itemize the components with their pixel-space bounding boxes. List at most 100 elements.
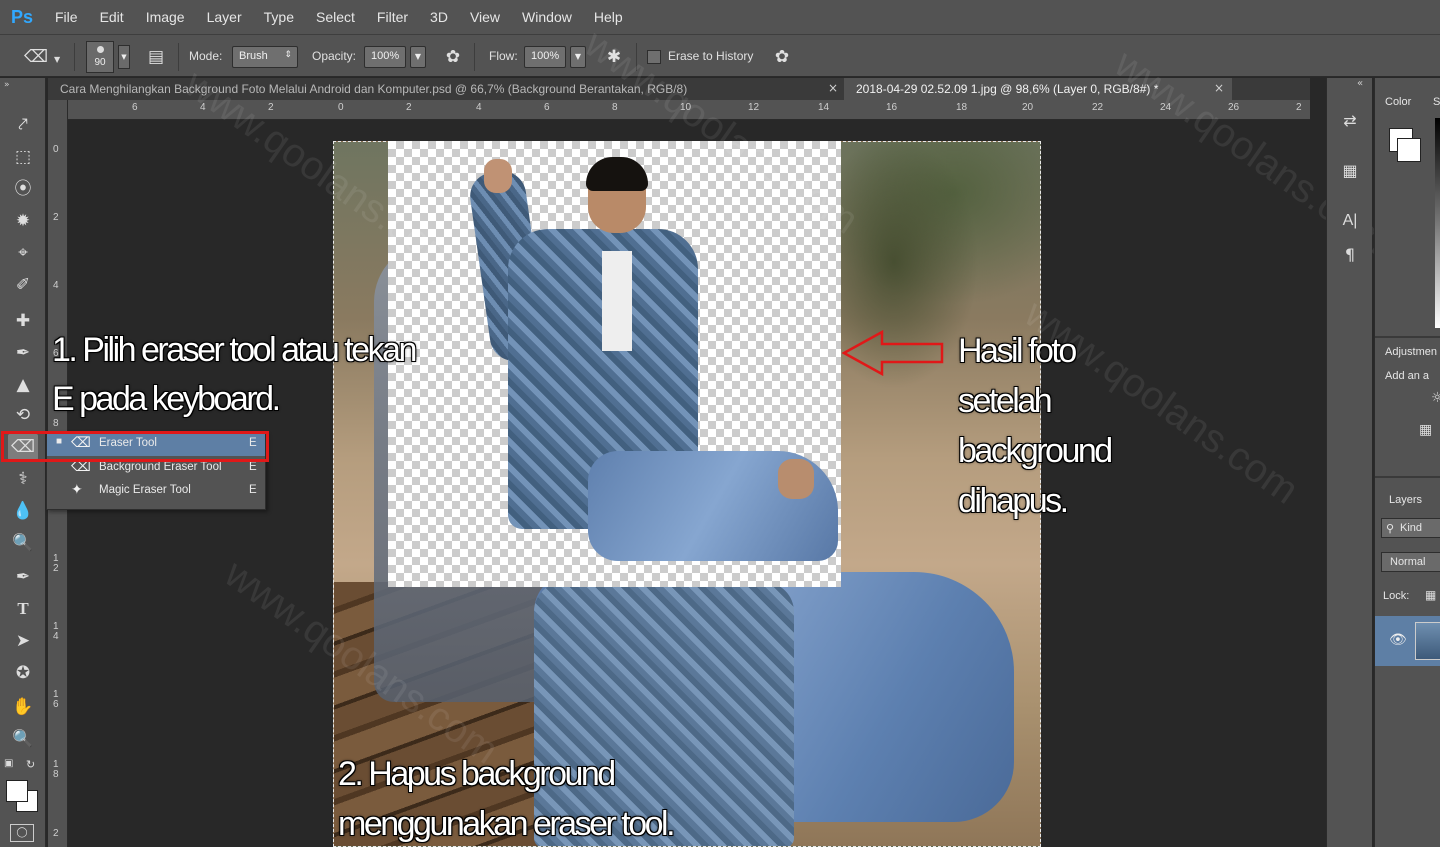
subject-knee-hand — [778, 459, 814, 499]
character-panel-icon[interactable]: A| — [1337, 208, 1363, 234]
ruler-tick: 6 — [132, 102, 138, 113]
ruler-tick: 1 6 — [53, 689, 59, 710]
menu-type[interactable]: Type — [253, 0, 305, 34]
subject-hand — [484, 159, 512, 193]
foreground-color-swatch[interactable] — [6, 780, 28, 802]
menu-select[interactable]: Select — [305, 0, 366, 34]
color-panel-tab[interactable]: Color — [1385, 96, 1411, 108]
pressure-size-icon[interactable]: ✿ — [770, 45, 794, 69]
pen-tool-icon[interactable]: ✒ — [8, 564, 38, 590]
ruler-tick: 2 — [1296, 102, 1302, 113]
panel-divider — [1375, 336, 1440, 338]
layer-thumbnail — [1415, 622, 1440, 660]
mode-label: Mode: — [189, 49, 223, 63]
quick-mask-icon[interactable]: ◯ — [10, 824, 34, 842]
adjustments-panel-tab[interactable]: Adjustmen — [1385, 346, 1437, 358]
menu-layer[interactable]: Layer — [196, 0, 253, 34]
mode-select[interactable]: Brush ⇕ — [232, 46, 298, 68]
brush-dot-icon — [97, 46, 104, 53]
collapse-arrows-icon[interactable]: « — [1357, 78, 1363, 89]
brush-panel-icon[interactable]: ▤ — [144, 45, 168, 69]
layer-row-selected[interactable]: 👁 — [1375, 616, 1440, 666]
menu-filter[interactable]: Filter — [366, 0, 419, 34]
panel-divider — [1375, 476, 1440, 478]
ruler-tick: 4 — [53, 280, 59, 291]
hand-tool-icon[interactable]: ✋ — [8, 694, 38, 720]
step1-line1: 1. Pilih eraser tool atau tekan — [52, 331, 417, 369]
eyedropper-tool-icon[interactable]: ✐ — [8, 272, 38, 298]
result-line3: background — [958, 432, 1113, 470]
menu-image[interactable]: Image — [135, 0, 196, 34]
color-panel-bg-swatch[interactable] — [1397, 138, 1421, 162]
ruler-tick: 2 — [53, 828, 59, 839]
type-tool-icon[interactable]: T — [8, 596, 38, 622]
lock-transparency-icon[interactable]: ▦ — [1425, 588, 1436, 602]
ruler-tick: 18 — [956, 102, 968, 113]
layer-visibility-eye-icon[interactable]: 👁 — [1389, 632, 1407, 648]
brush-picker-arrow-icon[interactable]: ▼ — [118, 45, 130, 69]
shape-tool-icon[interactable]: ✪ — [8, 660, 38, 686]
brush-size-picker[interactable]: 90 — [86, 41, 114, 73]
paint-bucket-tool-icon[interactable]: ⚕ — [8, 466, 38, 492]
subject-hair — [586, 157, 648, 191]
crop-tool-icon[interactable]: ⌖ — [8, 240, 38, 266]
options-divider — [178, 43, 179, 71]
ruler-tick: 6 — [544, 102, 550, 113]
step2-line2: menggunakan eraser tool. — [338, 805, 676, 843]
blend-mode-value: Normal — [1390, 556, 1426, 568]
color-spectrum-bar[interactable] — [1435, 118, 1440, 328]
flyout-item-magic-eraser-tool[interactable]: ✦ Magic Eraser Tool E — [47, 480, 265, 503]
paragraph-panel-icon[interactable]: ¶ — [1337, 242, 1363, 268]
zoom-tool-icon[interactable]: 🔍 — [8, 726, 38, 752]
brush-tool-icon[interactable]: ✒ — [8, 340, 38, 366]
default-colors-icon[interactable]: ▣ — [4, 758, 13, 769]
preset-dropdown-arrow-icon[interactable]: ▼ — [54, 55, 60, 64]
ruler-tick: 16 — [886, 102, 898, 113]
layer-kind-filter[interactable]: ⚲ Kind — [1381, 518, 1440, 538]
levels-adjust-icon[interactable]: ▦ — [1419, 422, 1432, 438]
opacity-input[interactable]: 100% — [364, 46, 406, 68]
properties-panel-icon[interactable]: ▦ — [1337, 158, 1363, 184]
photoshop-logo: Ps — [10, 6, 34, 27]
tab-title: Cara Menghilangkan Background Foto Melal… — [60, 82, 688, 96]
opacity-dropdown-arrow-icon[interactable]: ▼ — [410, 46, 426, 68]
brightness-adjust-icon[interactable]: ☼ — [1431, 390, 1440, 406]
step2-line1: 2. Hapus background — [338, 755, 616, 793]
menu-view[interactable]: View — [459, 0, 511, 34]
opacity-label: Opacity: — [312, 49, 357, 63]
tab-close-icon[interactable]: × — [1214, 81, 1224, 95]
menu-window[interactable]: Window — [511, 0, 583, 34]
move-tool-icon[interactable]: ⤤ — [8, 112, 38, 138]
lasso-tool-icon[interactable]: ⦿ — [8, 176, 38, 202]
ruler-tick: 1 2 — [53, 553, 59, 574]
path-selection-tool-icon[interactable]: ➤ — [8, 628, 38, 654]
marquee-tool-icon[interactable]: ⬚ — [8, 144, 38, 170]
dodge-tool-icon[interactable]: 🔍 — [8, 530, 38, 556]
menu-file[interactable]: File — [44, 0, 89, 34]
result-line1: Hasil foto — [958, 332, 1077, 370]
history-panel-icon[interactable]: ⇄ — [1337, 108, 1363, 134]
flyout-item-label: Magic Eraser Tool — [99, 484, 191, 496]
magic-eraser-icon: ✦ — [71, 481, 83, 497]
pressure-opacity-icon[interactable]: ✿ — [441, 45, 465, 69]
flow-input[interactable]: 100% — [524, 46, 566, 68]
history-brush-tool-icon[interactable]: ⟲ — [8, 402, 38, 428]
tab-close-icon[interactable]: × — [828, 81, 838, 95]
clone-stamp-tool-icon[interactable]: ▲ — [8, 372, 38, 398]
healing-brush-tool-icon[interactable]: ✚ — [8, 308, 38, 334]
blur-tool-icon[interactable]: 💧 — [8, 498, 38, 524]
ruler-tick: 1 4 — [53, 621, 59, 642]
ruler-tick: 8 — [612, 102, 618, 113]
eraser-preset-icon[interactable]: ⌫ — [24, 45, 48, 69]
annotation-arrow-icon — [842, 330, 944, 376]
menu-3d[interactable]: 3D — [419, 0, 459, 34]
layers-panel-tab[interactable]: Layers — [1389, 494, 1422, 506]
collapse-arrows-icon[interactable]: » — [4, 80, 10, 90]
menu-edit[interactable]: Edit — [89, 0, 135, 34]
swap-colors-icon[interactable]: ↻ — [26, 758, 35, 771]
blend-mode-select[interactable]: Normal — [1381, 552, 1440, 572]
tab-background-psd[interactable]: Cara Menghilangkan Background Foto Melal… — [48, 78, 838, 100]
quick-selection-tool-icon[interactable]: ✹ — [8, 208, 38, 234]
swatches-panel-tab[interactable]: S — [1433, 96, 1440, 108]
eraser-highlight-box — [1, 431, 269, 462]
